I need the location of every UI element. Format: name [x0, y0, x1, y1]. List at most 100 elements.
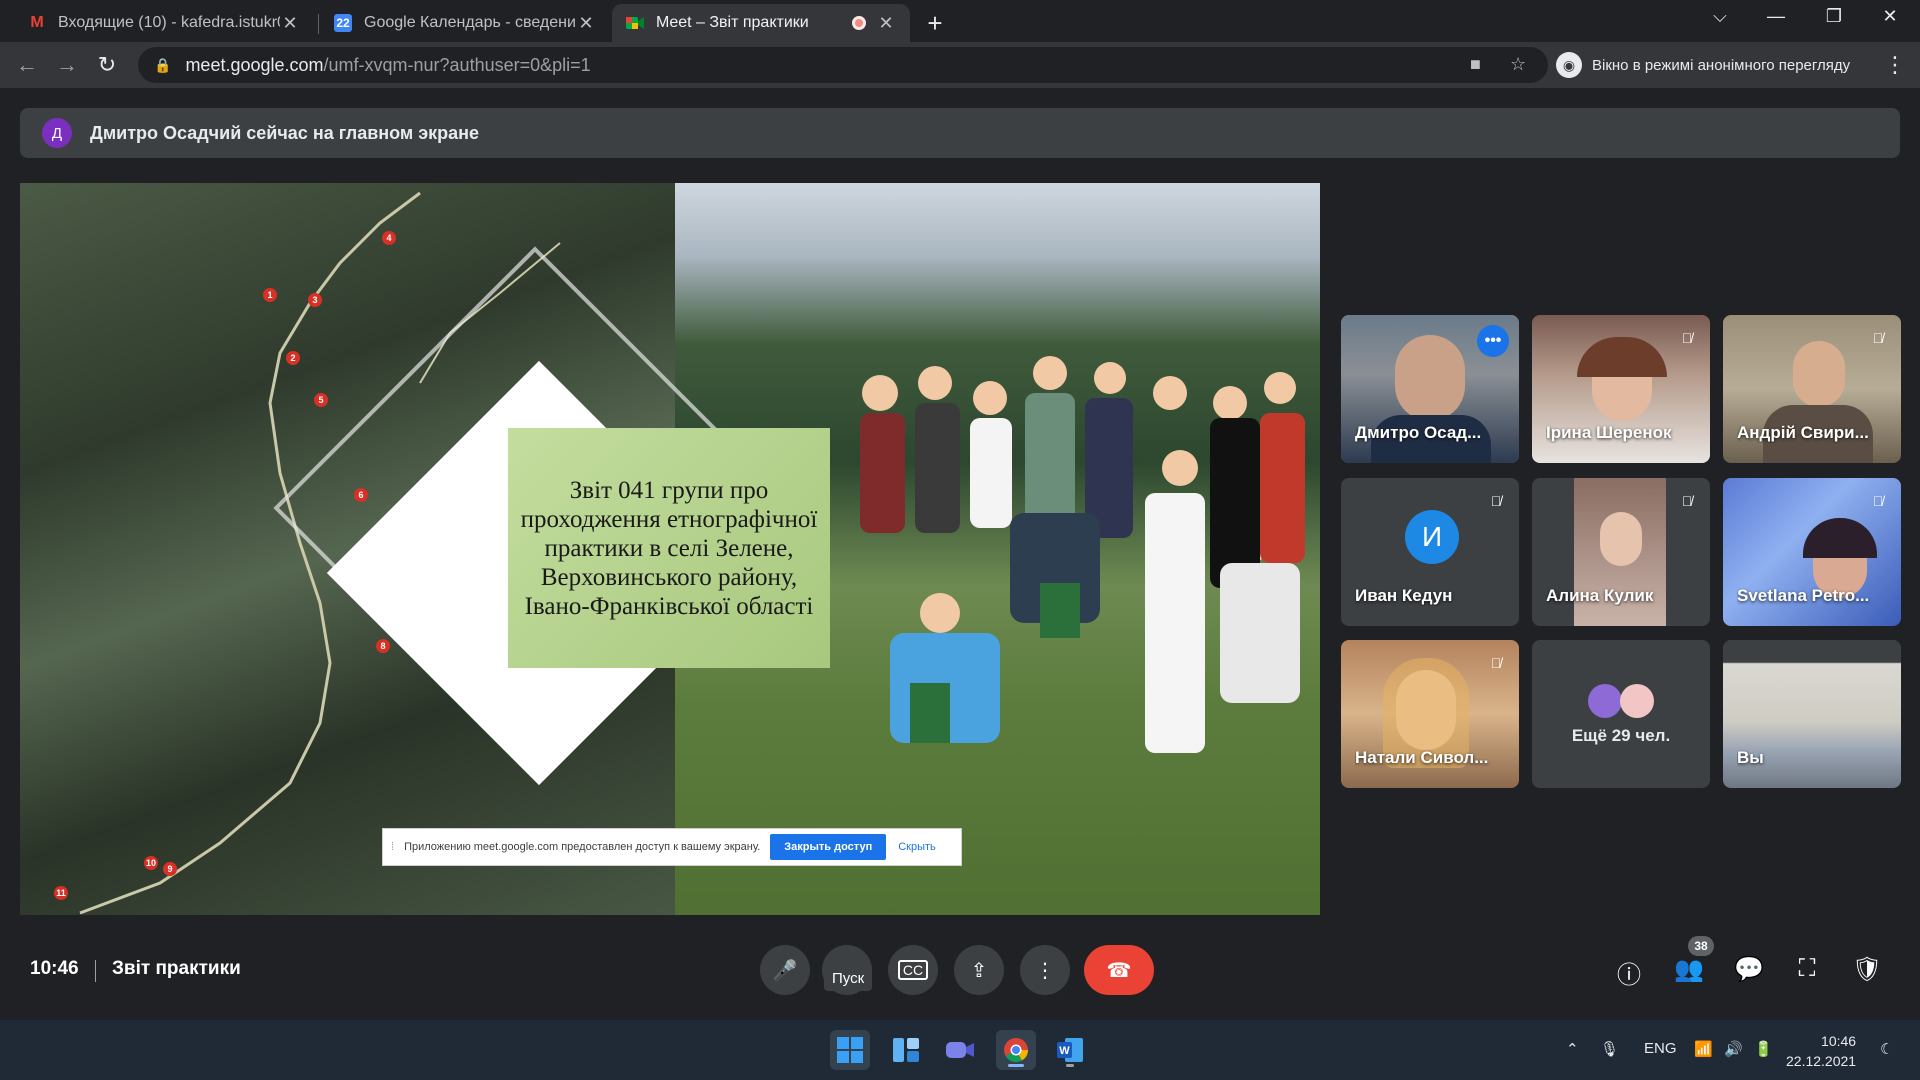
tab-gmail[interactable]: M Входящие (10) - kafedra.istukr01 ✕ — [14, 4, 314, 42]
show-hidden-icons-icon[interactable]: ⌃ — [1566, 1040, 1579, 1058]
shield-icon: 🛡 — [1851, 956, 1883, 983]
close-icon[interactable]: ✕ — [876, 13, 896, 34]
url-path: /umf-xvqm-nur?authuser=0&pli=1 — [323, 54, 591, 75]
presenter-banner-text: Дмитро Осадчий сейчас на главном экране — [90, 122, 480, 143]
browser-tab-strip: M Входящие (10) - kafedra.istukr01 ✕ 22 … — [0, 0, 1920, 42]
start-button[interactable] — [830, 1030, 870, 1070]
tab-divider — [318, 14, 319, 34]
presenter-banner: Д Дмитро Осадчий сейчас на главном экран… — [20, 108, 1900, 158]
url-host: meet.google.com — [185, 54, 324, 75]
gmail-icon: M — [30, 14, 44, 31]
participants-button[interactable]: 👥 — [1672, 955, 1706, 984]
teams-chat-icon — [946, 1042, 974, 1058]
tab-meet[interactable]: Meet – Звіт практики ✕ — [612, 4, 910, 42]
reload-button[interactable]: ↻ — [92, 52, 122, 78]
mic-muted-icon: 🎙̸ — [1872, 493, 1884, 509]
present-button[interactable]: ⇪ — [954, 945, 1004, 995]
participant-tile[interactable]: 🎙̸ Алина Кулик — [1532, 478, 1710, 626]
meeting-title: Звіт практики — [112, 958, 241, 979]
participant-name: Svetlana Petro... — [1737, 586, 1870, 605]
mic-muted-icon: 🎙̸ — [1490, 655, 1502, 671]
forward-button[interactable]: → — [52, 52, 82, 78]
close-window-button[interactable]: ✕ — [1870, 6, 1910, 27]
participant-name: Андрій Свири... — [1737, 423, 1869, 442]
map-marker: 10 — [144, 856, 158, 870]
shared-screen: 4 1 3 2 5 6 7 8 9 10 11 Звіт 041 груп — [20, 183, 1320, 915]
participant-tile[interactable]: И 🎙̸ Иван Кедун — [1341, 478, 1519, 626]
recording-icon — [852, 16, 866, 30]
microphone-button[interactable]: 🎤 — [760, 945, 810, 995]
hide-notice-button[interactable]: Скрыть — [898, 841, 936, 853]
incognito-indicator[interactable]: ◉ Вікно в режимі анонімного перегляду — [1556, 49, 1850, 81]
taskbar-clock[interactable]: 10:46 22.12.2021 — [1786, 1031, 1856, 1071]
participant-name: Дмитро Осад... — [1355, 423, 1482, 442]
slide-title: Звіт 041 групи про проходження етнографі… — [508, 428, 830, 668]
participant-tile[interactable]: 🎙̸ Андрій Свири... — [1723, 315, 1901, 463]
more-participants-tile[interactable]: Ещё 29 чел. — [1532, 640, 1710, 788]
drag-handle-icon[interactable]: ⁞ — [391, 841, 394, 853]
windows-start-icon — [837, 1037, 863, 1063]
people-icon: 👥 — [1674, 956, 1704, 983]
activities-icon: ⛶ — [1798, 955, 1816, 982]
stop-sharing-button[interactable]: Закрыть доступ — [770, 834, 887, 860]
close-icon[interactable]: ✕ — [576, 13, 596, 34]
microphone-icon: 🎤 — [772, 959, 798, 982]
participant-tile[interactable]: 🎙̸ Svetlana Petro... — [1723, 478, 1901, 626]
browser-menu-icon[interactable]: ⋮ — [1884, 52, 1906, 78]
self-view-tile[interactable]: Вы — [1723, 640, 1901, 788]
volume-icon[interactable]: 🔊 — [1724, 1040, 1743, 1058]
tab-title: Google Календарь - сведения о — [364, 14, 576, 31]
tab-title: Meet – Звіт практики — [656, 14, 809, 31]
map-marker: 2 — [286, 351, 300, 365]
back-button[interactable]: ← — [12, 52, 42, 78]
bookmark-star-icon[interactable]: ☆ — [1510, 54, 1526, 75]
more-participants-label: Ещё 29 чел. — [1571, 726, 1671, 745]
meeting-details-button[interactable]: ⓘ — [1612, 955, 1646, 990]
captions-button[interactable]: CC — [888, 945, 938, 995]
close-icon[interactable]: ✕ — [280, 13, 300, 34]
more-options-button[interactable]: ⋮ — [1020, 945, 1070, 995]
chat-button[interactable]: 💬 — [1732, 955, 1766, 984]
participant-tile[interactable]: 🎙̸ Натали Сивол... — [1341, 640, 1519, 788]
map-marker: 4 — [382, 231, 396, 245]
captions-icon: CC — [897, 960, 929, 980]
mic-muted-icon: 🎙̸ — [1872, 330, 1884, 346]
map-marker: 11 — [54, 886, 68, 900]
incognito-label: Вікно в режимі анонімного перегляду — [1592, 56, 1851, 74]
focus-assist-icon[interactable]: ☾ — [1880, 1040, 1893, 1058]
activities-button[interactable]: ⛶ — [1790, 955, 1824, 983]
tab-title: Входящие (10) - kafedra.istukr01 — [58, 14, 280, 31]
word-icon: W — [1057, 1038, 1083, 1062]
more-options-icon[interactable]: ••• — [1477, 325, 1509, 357]
participant-tile[interactable]: 🎙̸ Ірина Шеренок — [1532, 315, 1710, 463]
host-controls-button[interactable]: 🛡 — [1850, 955, 1884, 984]
chrome-taskbar-button[interactable] — [996, 1030, 1036, 1070]
restore-button[interactable]: ❐ — [1814, 6, 1854, 27]
leave-call-button[interactable]: ☎ — [1084, 945, 1154, 995]
present-screen-icon: ⇪ — [970, 959, 988, 982]
wifi-icon[interactable]: 📶 — [1694, 1040, 1713, 1058]
tab-calendar[interactable]: 22 Google Календарь - сведения о ✕ — [320, 4, 610, 42]
avatar — [1588, 684, 1622, 718]
camera-in-use-icon[interactable]: ■ — [1470, 54, 1481, 75]
avatar: И — [1405, 510, 1459, 564]
participant-name: Натали Сивол... — [1355, 748, 1489, 767]
minimize-button[interactable]: — — [1756, 6, 1796, 27]
svg-text:W: W — [1059, 1045, 1070, 1057]
tab-search-icon[interactable]: ⌵ — [1700, 6, 1740, 27]
input-language[interactable]: ENG — [1644, 1040, 1677, 1057]
active-app-indicator — [1008, 1064, 1024, 1067]
battery-icon[interactable]: 🔋 — [1754, 1040, 1773, 1058]
participant-tile[interactable]: ••• Дмитро Осад... — [1341, 315, 1519, 463]
meet-icon — [626, 14, 644, 32]
clock-date: 22.12.2021 — [1786, 1053, 1857, 1069]
microphone-tray-icon[interactable]: 🎙 — [1600, 1040, 1619, 1058]
participant-name: Ірина Шеренок — [1546, 423, 1672, 442]
new-tab-button[interactable]: + — [920, 8, 950, 39]
widgets-button[interactable] — [886, 1030, 926, 1070]
address-bar[interactable]: 🔒 meet.google.com/umf-xvqm-nur?authuser=… — [138, 47, 1548, 83]
teams-chat-button[interactable] — [940, 1030, 980, 1070]
word-taskbar-button[interactable]: W — [1050, 1030, 1090, 1070]
browser-toolbar: ← → ↻ 🔒 meet.google.com/umf-xvqm-nur?aut… — [0, 42, 1920, 88]
map-marker: 8 — [376, 639, 390, 653]
